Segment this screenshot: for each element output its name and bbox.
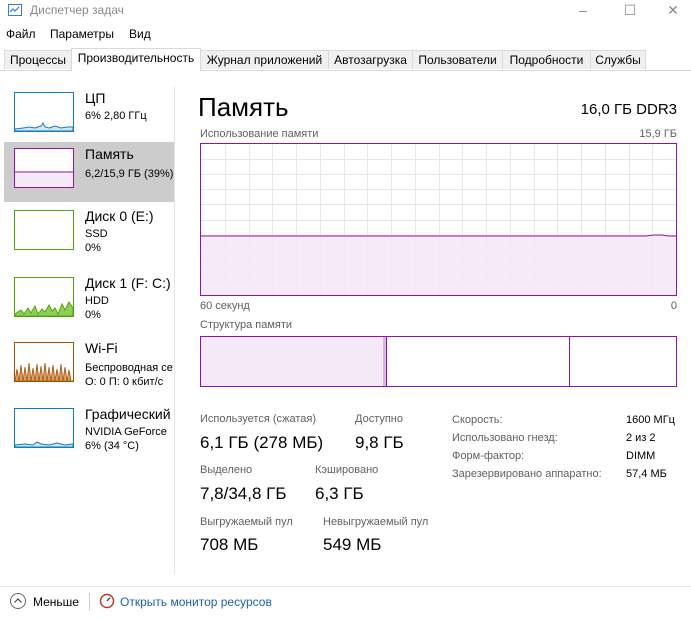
sidebar-memory-title: Память [85, 146, 134, 162]
nonpaged-pool-value: 549 МБ [323, 535, 382, 554]
form-factor-value: DIMM [626, 450, 656, 462]
committed-label: Выделено [200, 464, 253, 476]
time-label: 60 секунд [200, 300, 250, 312]
fewer-details-button[interactable]: Меньше [33, 595, 79, 609]
hardware-reserved-label: Зарезервировано аппаратно: [452, 468, 602, 480]
cached-value: 6,3 ГБ [315, 484, 364, 503]
tab-strip: Процессы Производительность Журнал прило… [0, 48, 691, 71]
sidebar-disk1-line1: HDD [85, 295, 109, 307]
tab-startup[interactable]: Автозагрузка [328, 50, 413, 69]
nonpaged-pool-label: Невыгружаемый пул [323, 516, 429, 528]
composition-free [569, 337, 676, 386]
close-button[interactable]: ✕ [650, 0, 691, 22]
tab-processes[interactable]: Процессы [4, 50, 72, 69]
memory-usage-area [201, 236, 676, 295]
in-use-label: Используется (сжатая) [200, 413, 317, 425]
sidebar-disk0-line1: SSD [85, 228, 108, 240]
slots-label: Использовано гнезд: [452, 432, 558, 444]
sidebar-divider [174, 86, 175, 574]
sidebar-gpu-title: Графический процессор [85, 406, 173, 422]
maximize-button[interactable]: ☐ [607, 0, 653, 22]
memory-usage-graph [200, 143, 677, 296]
memory-spec: 16,0 ГБ DDR3 [580, 101, 677, 118]
wifi-thumbnail-graph [14, 342, 74, 382]
sidebar-gpu-line2: 6% (34 °C) [85, 440, 139, 452]
sidebar-item-wifi[interactable]: Wi-Fi Беспроводная сеть О: 0 П: 0 кбит/с [4, 336, 174, 398]
tab-details[interactable]: Подробности [502, 50, 591, 69]
sidebar-wifi-line2: О: 0 П: 0 кбит/с [85, 376, 164, 388]
sidebar-item-gpu[interactable]: Графический процессор NVIDIA GeForce 6% … [4, 402, 174, 464]
cpu-thumbnail-graph [14, 92, 74, 132]
speed-value: 1600 МГц [626, 414, 675, 426]
tab-users[interactable]: Пользователи [412, 50, 503, 69]
task-manager-icon [8, 4, 22, 16]
menu-file[interactable]: Файл [6, 27, 36, 41]
cached-label: Кэшировано [315, 464, 379, 476]
composition-label: Структура памяти [200, 319, 293, 331]
time-end-label: 0 [670, 300, 677, 312]
speed-label: Скорость: [452, 414, 503, 426]
slots-value: 2 из 2 [626, 432, 656, 444]
sidebar-disk1-line2: 0% [85, 309, 101, 321]
sidebar-disk0-line2: 0% [85, 242, 101, 254]
committed-value: 7,8/34,8 ГБ [200, 484, 287, 503]
composition-standby [386, 337, 569, 386]
sidebar-disk0-title: Диск 0 (E:) [85, 208, 154, 224]
minimize-icon: – [579, 2, 587, 18]
menu-view[interactable]: Вид [129, 27, 151, 41]
sidebar-cpu-title: ЦП [85, 90, 106, 106]
close-icon: ✕ [667, 2, 679, 18]
sidebar-item-cpu[interactable]: ЦП 6% 2,80 ГГц [4, 86, 174, 148]
sidebar-cpu-line1: 6% 2,80 ГГц [85, 110, 147, 122]
paged-pool-label: Выгружаемый пул [200, 516, 293, 528]
open-resource-monitor-link[interactable]: Открыть монитор ресурсов [120, 595, 272, 609]
composition-in-use [201, 337, 383, 386]
disk0-thumbnail-graph [14, 210, 74, 250]
memory-composition-bar [200, 336, 677, 387]
sidebar-wifi-title: Wi-Fi [85, 340, 118, 356]
memory-usage-graph-svg [201, 144, 676, 295]
chevron-up-icon[interactable] [10, 593, 26, 609]
tab-services[interactable]: Службы [590, 50, 646, 69]
available-value: 9,8 ГБ [355, 433, 404, 452]
menu-options[interactable]: Параметры [50, 27, 114, 41]
minimize-button[interactable]: – [560, 0, 606, 22]
sidebar-item-disk0[interactable]: Диск 0 (E:) SSD 0% [4, 204, 174, 266]
memory-thumbnail-graph [14, 148, 74, 188]
sidebar-wifi-line1: Беспроводная сеть [85, 362, 173, 374]
menu-bar: Файл Параметры Вид [0, 24, 691, 44]
in-use-value: 6,1 ГБ (278 МБ) [200, 433, 324, 452]
hardware-reserved-value: 57,4 МБ [626, 468, 667, 480]
available-label: Доступно [355, 413, 404, 425]
sidebar-item-memory[interactable]: Память 6,2/15,9 ГБ (39%) [4, 142, 174, 202]
footer-divider [89, 593, 90, 611]
window-title: Диспетчер задач [30, 3, 124, 17]
tab-performance[interactable]: Производительность [71, 48, 201, 71]
gpu-thumbnail-graph [14, 408, 74, 448]
paged-pool-value: 708 МБ [200, 535, 259, 554]
sidebar-disk1-title: Диск 1 (F: C:) [85, 275, 171, 291]
resource-monitor-icon [99, 593, 115, 609]
sidebar-memory-line1: 6,2/15,9 ГБ (39%) [85, 168, 173, 180]
disk1-thumbnail-graph [14, 277, 74, 317]
form-factor-label: Форм-фактор: [452, 450, 525, 462]
footer-bar: Меньше Открыть монитор ресурсов [0, 586, 691, 617]
maximize-icon: ☐ [623, 2, 637, 18]
usage-max: 15,9 ГБ [639, 128, 677, 140]
sidebar-item-disk1[interactable]: Диск 1 (F: C:) HDD 0% [4, 271, 174, 333]
sidebar-gpu-line1: NVIDIA GeForce [85, 426, 167, 438]
usage-label: Использование памяти [200, 128, 319, 140]
title-bar: Диспетчер задач – ☐ ✕ [0, 0, 691, 22]
tab-app-history[interactable]: Журнал приложений [200, 50, 329, 69]
page-title: Память [198, 92, 289, 122]
